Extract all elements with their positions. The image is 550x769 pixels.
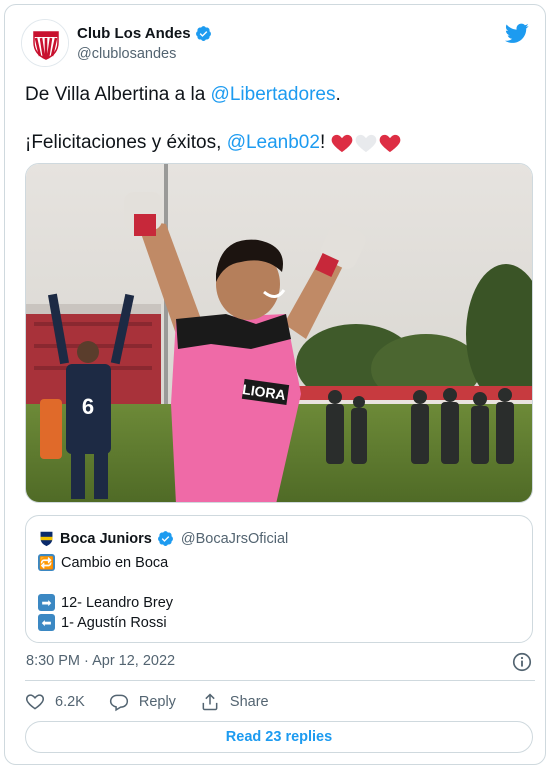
quoted-line-3: ⬅ 1- Agustín Rossi: [38, 614, 167, 631]
tweet-text: De Villa Albertina a la @Libertadores. ¡…: [25, 83, 525, 155]
left-arrow-icon: ⬅: [38, 614, 55, 631]
author-handle[interactable]: @clublosandes: [77, 46, 176, 62]
jersey-number: 6: [82, 394, 94, 419]
tweet-photo[interactable]: 6 LIORA: [25, 163, 533, 503]
quoted-text: 1- Agustín Rossi: [61, 614, 167, 631]
like-count: 6.2K: [55, 694, 85, 710]
mention-leanb02[interactable]: @Leanb02: [227, 131, 320, 155]
white-heart-icon: [355, 134, 377, 153]
red-heart-icon: [379, 134, 401, 153]
quoted-line-1: 🔁 Cambio en Boca: [38, 554, 168, 571]
club-crest-icon: [22, 20, 68, 66]
quoted-line-2: ➡ 12- Leandro Brey: [38, 594, 173, 611]
tweet-line-2: ¡Felicitaciones y éxitos, @Leanb02!: [25, 131, 525, 155]
share-button[interactable]: Share: [200, 692, 269, 712]
tweet-actions: 6.2K Reply Share: [25, 689, 293, 715]
red-heart-icon: [331, 134, 353, 153]
tweet-text-prefix: De Villa Albertina a la: [25, 84, 211, 105]
mention-libertadores[interactable]: @Libertadores: [211, 84, 336, 105]
verified-badge-icon: [195, 26, 211, 41]
author-display-name[interactable]: Club Los Andes: [77, 25, 191, 42]
reply-button[interactable]: Reply: [109, 692, 176, 712]
tweet-text-suffix: .: [335, 84, 341, 105]
quoted-tweet[interactable]: Boca Juniors @BocaJrsOficial 🔁 Cambio en…: [25, 515, 533, 643]
avatar[interactable]: [21, 19, 69, 67]
repeat-arrows-icon: 🔁: [38, 554, 55, 571]
quoted-text: Cambio en Boca: [61, 554, 169, 571]
share-label: Share: [229, 694, 269, 710]
goalkeeper-celebration-photo: 6 LIORA: [26, 164, 532, 502]
right-arrow-icon: ➡: [38, 594, 55, 611]
heart-emojis: [331, 133, 401, 153]
quoted-author-name: Boca Juniors: [60, 530, 152, 547]
read-replies-button[interactable]: Read 23 replies: [25, 721, 533, 753]
reply-bubble-icon: [109, 694, 128, 712]
tweet-text-prefix: ¡Felicitaciones y éxitos,: [25, 132, 227, 153]
heart-outline-icon: [26, 694, 44, 710]
like-button[interactable]: 6.2K: [25, 692, 85, 712]
boca-crest-icon: [40, 531, 53, 547]
tweet-line-1: De Villa Albertina a la @Libertadores.: [25, 83, 525, 107]
info-icon[interactable]: [511, 651, 533, 673]
divider: [25, 680, 535, 681]
tweet-timestamp[interactable]: 8:30 PM · Apr 12, 2022: [26, 653, 175, 669]
tweet-text-suffix: !: [319, 132, 326, 153]
quoted-text: 12- Leandro Brey: [61, 594, 174, 611]
quoted-tweet-header: Boca Juniors @BocaJrsOficial: [38, 530, 288, 547]
twitter-bird-icon[interactable]: [505, 21, 529, 45]
reply-label: Reply: [138, 694, 176, 710]
quoted-author-handle: @BocaJrsOficial: [180, 530, 289, 547]
tweet-card: Club Los Andes @clublosandes De Villa Al…: [4, 4, 546, 765]
verified-badge-icon: [157, 531, 173, 546]
share-upload-icon: [202, 693, 218, 711]
tweet-header: Club Los Andes @clublosandes: [21, 19, 531, 69]
